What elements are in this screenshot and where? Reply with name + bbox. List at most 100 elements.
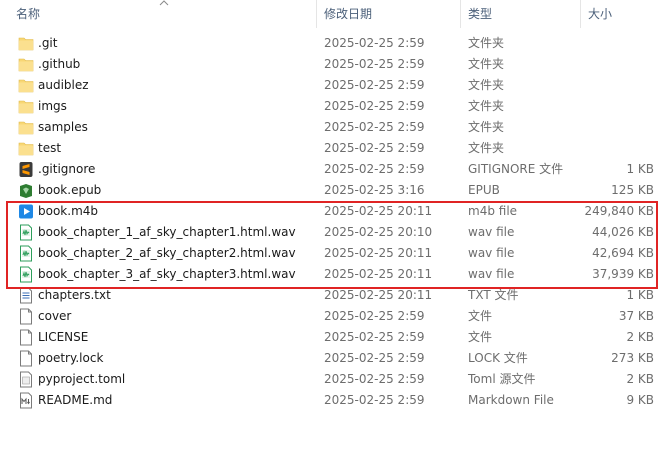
folder-icon [18,77,34,94]
file-modified-date: 2025-02-25 2:59 [324,120,425,134]
column-header-name[interactable]: 名称 [10,0,316,28]
file-name: book.m4b [38,204,99,218]
file-name: chapters.txt [38,288,111,302]
file-name: LICENSE [38,330,89,344]
file-size: 9 KB [626,393,654,407]
file-modified-date: 2025-02-25 2:59 [324,309,425,323]
file-type: 文件 [468,330,493,344]
file-row[interactable]: book_chapter_3_af_sky_chapter3.html.wav 2… [0,264,672,285]
file-size: 2 KB [626,372,654,386]
epub-file-icon [18,182,34,199]
file-name: .gitignore [38,162,96,176]
audio-file-icon [18,245,34,262]
file-name: book.epub [38,183,102,197]
sublime-file-icon [18,161,34,178]
file-type: 文件夹 [468,141,505,155]
file-modified-date: 2025-02-25 20:11 [324,288,433,302]
file-name: samples [38,120,88,134]
file-row[interactable]: book_chapter_2_af_sky_chapter2.html.wav 2… [0,243,672,264]
file-type: wav file [468,225,515,239]
file-row[interactable]: cover 2025-02-25 2:59 文件 37 KB [0,306,672,327]
file-modified-date: 2025-02-25 20:10 [324,225,433,239]
file-row[interactable]: README.md 2025-02-25 2:59 Markdown File 9 K… [0,390,672,411]
markdown-file-icon [18,392,34,409]
column-divider[interactable] [316,0,317,28]
file-row[interactable]: book.m4b 2025-02-25 20:11 m4b file 249,840 … [0,201,672,222]
folder-icon [18,119,34,136]
audio-file-icon [18,224,34,241]
file-type: GITIGNORE 文件 [468,162,564,176]
file-modified-date: 2025-02-25 20:11 [324,246,433,260]
file-modified-date: 2025-02-25 2:59 [324,372,425,386]
column-header-bar: 名称 修改日期 类型 大小 [0,0,672,28]
file-size: 42,694 KB [592,246,654,260]
file-type: 文件夹 [468,57,505,71]
file-name: .git [38,36,58,50]
file-row[interactable]: LICENSE 2025-02-25 2:59 文件 2 KB [0,327,672,348]
file-modified-date: 2025-02-25 2:59 [324,330,425,344]
column-header-modified[interactable]: 修改日期 [318,0,460,28]
file-type: 文件夹 [468,99,505,113]
file-row[interactable]: book_chapter_1_af_sky_chapter1.html.wav 2… [0,222,672,243]
file-size: 249,840 KB [584,204,654,218]
file-modified-date: 2025-02-25 3:16 [324,183,425,197]
file-size: 1 KB [626,288,654,302]
file-size: 1 KB [626,162,654,176]
toml-file-icon [18,371,34,388]
column-header-size[interactable]: 大小 [582,0,666,28]
file-modified-date: 2025-02-25 2:59 [324,36,425,50]
file-modified-date: 2025-02-25 20:11 [324,204,433,218]
file-row[interactable]: .gitignore 2025-02-25 2:59 GITIGNORE 文件 1 K… [0,159,672,180]
file-size: 37,939 KB [592,267,654,281]
file-size: 37 KB [618,309,654,323]
file-name: audiblez [38,78,89,92]
folder-icon [18,56,34,73]
file-row[interactable]: chapters.txt 2025-02-25 20:11 TXT 文件 1 KB [0,285,672,306]
folder-icon [18,35,34,52]
file-row[interactable]: pyproject.toml 2025-02-25 2:59 Toml 源文件 2 K… [0,369,672,390]
file-size: 44,026 KB [592,225,654,239]
file-type: 文件夹 [468,78,505,92]
file-modified-date: 2025-02-25 2:59 [324,78,425,92]
column-divider[interactable] [580,0,581,28]
file-type: 文件夹 [468,120,505,134]
file-row[interactable]: samples 2025-02-25 2:59 文件夹 [0,117,672,138]
file-name: test [38,141,62,155]
file-size: 125 KB [611,183,654,197]
file-size: 2 KB [626,330,654,344]
file-modified-date: 2025-02-25 20:11 [324,267,433,281]
generic-file-icon [18,329,34,346]
file-row[interactable]: test 2025-02-25 2:59 文件夹 [0,138,672,159]
file-name: README.md [38,393,113,407]
file-name: imgs [38,99,67,113]
file-name: cover [38,309,72,323]
text-file-icon [18,287,34,304]
file-row[interactable]: book.epub 2025-02-25 3:16 EPUB 125 KB [0,180,672,201]
folder-icon [18,140,34,157]
file-row[interactable]: poetry.lock 2025-02-25 2:59 LOCK 文件 273 KB [0,348,672,369]
audio-file-icon [18,266,34,283]
file-name: book_chapter_2_af_sky_chapter2.html.wav [38,246,296,260]
file-type: wav file [468,246,515,260]
file-name: poetry.lock [38,351,104,365]
file-name: pyproject.toml [38,372,126,386]
file-row[interactable]: audiblez 2025-02-25 2:59 文件夹 [0,75,672,96]
file-type: LOCK 文件 [468,351,528,365]
file-row[interactable]: .github 2025-02-25 2:59 文件夹 [0,54,672,75]
file-modified-date: 2025-02-25 2:59 [324,99,425,113]
column-divider[interactable] [460,0,461,28]
file-type: m4b file [468,204,518,218]
file-type: Markdown File [468,393,554,407]
file-row[interactable]: .git 2025-02-25 2:59 文件夹 [0,33,672,54]
column-header-type[interactable]: 类型 [462,0,580,28]
file-size: 273 KB [611,351,654,365]
file-type: Toml 源文件 [468,372,536,386]
media-file-icon [18,203,34,220]
generic-file-icon [18,308,34,325]
file-modified-date: 2025-02-25 2:59 [324,393,425,407]
file-row[interactable]: imgs 2025-02-25 2:59 文件夹 [0,96,672,117]
file-type: 文件夹 [468,36,505,50]
file-type: 文件 [468,309,493,323]
folder-icon [18,98,34,115]
file-modified-date: 2025-02-25 2:59 [324,351,425,365]
